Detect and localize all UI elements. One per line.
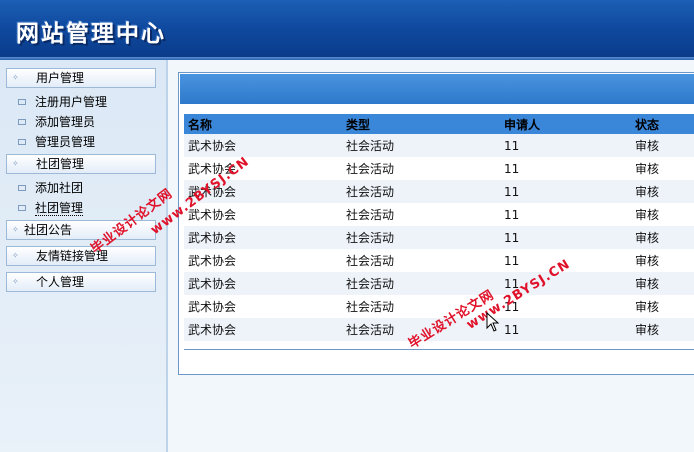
cell-applicant: 11 xyxy=(500,318,631,341)
cell-status[interactable]: 审核 xyxy=(631,157,694,180)
cell-status[interactable]: 审核 xyxy=(631,318,694,341)
cell-status[interactable]: 审核 xyxy=(631,295,694,318)
cell-type: 社会活动 xyxy=(342,157,500,180)
bullet-icon: ✧ xyxy=(12,73,19,82)
menu-item-label: 管理员管理 xyxy=(35,135,96,149)
cell-name: 武术协会 xyxy=(184,203,342,226)
cell-applicant: 11 xyxy=(500,157,631,180)
cell-name: 武术协会 xyxy=(184,295,342,318)
site-title: 网站管理中心 xyxy=(16,21,166,47)
menu-item-admin-management[interactable]: 管理员管理 xyxy=(18,134,95,150)
menu-item-label: 社团管理 xyxy=(35,201,84,216)
column-header-status: 状态 xyxy=(631,114,694,134)
square-bullet-icon xyxy=(18,138,26,145)
menu-group-user-management[interactable]: ✧ 用户管理 xyxy=(6,68,156,88)
cell-name: 武术协会 xyxy=(184,318,342,341)
square-bullet-icon xyxy=(18,118,26,125)
square-bullet-icon xyxy=(18,204,26,211)
cell-applicant: 11 xyxy=(500,180,631,203)
bullet-icon: ✧ xyxy=(12,277,19,286)
cell-name: 武术协会 xyxy=(184,134,342,157)
table-header-row: 名称 类型 申请人 状态 xyxy=(184,114,694,134)
table-row: 武术协会 社会活动 11 审核 xyxy=(184,157,694,180)
sidebar: ✧ 用户管理 注册用户管理 添加管理员 管理员管理 ✧ 社团管理 添加社团 社团… xyxy=(0,60,168,452)
menu-item-add-club[interactable]: 添加社团 xyxy=(18,180,83,196)
menu-group-friend-links[interactable]: ✧ 友情链接管理 xyxy=(6,246,156,266)
cell-applicant: 11 xyxy=(500,203,631,226)
bullet-icon: ✧ xyxy=(12,159,19,168)
square-bullet-icon xyxy=(18,98,26,105)
panel-title-bar xyxy=(180,74,694,104)
cell-type: 社会活动 xyxy=(342,249,500,272)
bullet-icon: ✧ xyxy=(12,225,19,234)
table-row: 武术协会 社会活动 11 审核 xyxy=(184,134,694,157)
cell-type: 社会活动 xyxy=(342,226,500,249)
cell-name: 武术协会 xyxy=(184,272,342,295)
menu-group-club-management[interactable]: ✧ 社团管理 xyxy=(6,154,156,174)
cell-status[interactable]: 审核 xyxy=(631,180,694,203)
cell-applicant: 11 xyxy=(500,226,631,249)
menu-group-personal[interactable]: ✧ 个人管理 xyxy=(6,272,156,292)
cell-status[interactable]: 审核 xyxy=(631,272,694,295)
cell-name: 武术协会 xyxy=(184,226,342,249)
cell-status[interactable]: 审核 xyxy=(631,226,694,249)
cell-status[interactable]: 审核 xyxy=(631,249,694,272)
cell-type: 社会活动 xyxy=(342,134,500,157)
cell-status[interactable]: 审核 xyxy=(631,203,694,226)
table-row: 武术协会 社会活动 11 审核 xyxy=(184,180,694,203)
column-header-applicant: 申请人 xyxy=(500,114,631,134)
cell-applicant: 11 xyxy=(500,134,631,157)
mouse-pointer-icon xyxy=(486,312,500,332)
panel-footer-line xyxy=(184,349,694,350)
menu-group-label: 个人管理 xyxy=(36,275,85,289)
menu-item-label: 添加社团 xyxy=(35,181,84,195)
menu-item-label: 添加管理员 xyxy=(35,115,96,129)
menu-item-add-admin[interactable]: 添加管理员 xyxy=(18,114,95,130)
cell-type: 社会活动 xyxy=(342,203,500,226)
cell-status[interactable]: 审核 xyxy=(631,134,694,157)
menu-item-club-management[interactable]: 社团管理 xyxy=(18,200,84,216)
cell-name: 武术协会 xyxy=(184,157,342,180)
table-row: 武术协会 社会活动 11 审核 xyxy=(184,249,694,272)
menu-item-registered-users[interactable]: 注册用户管理 xyxy=(18,94,107,110)
club-table: 名称 类型 申请人 状态 武术协会 社会活动 11 审核 武术协会 社会活动 11 审核 武术协… xyxy=(184,114,694,341)
column-header-type: 类型 xyxy=(342,114,500,134)
column-header-name: 名称 xyxy=(184,114,342,134)
table-row: 武术协会 社会活动 11 审核 xyxy=(184,203,694,226)
cell-type: 社会活动 xyxy=(342,180,500,203)
menu-item-label: 注册用户管理 xyxy=(35,95,108,109)
table-row: 武术协会 社会活动 11 审核 xyxy=(184,272,694,295)
square-bullet-icon xyxy=(18,184,26,191)
menu-group-label: 用户管理 xyxy=(36,71,85,85)
bullet-icon: ✧ xyxy=(12,251,19,260)
header-banner: 网站管理中心 xyxy=(0,0,694,60)
table-row: 武术协会 社会活动 11 审核 xyxy=(184,226,694,249)
menu-group-label: 社团公告 xyxy=(24,223,73,237)
cell-name: 武术协会 xyxy=(184,249,342,272)
menu-group-label: 社团管理 xyxy=(36,157,85,171)
